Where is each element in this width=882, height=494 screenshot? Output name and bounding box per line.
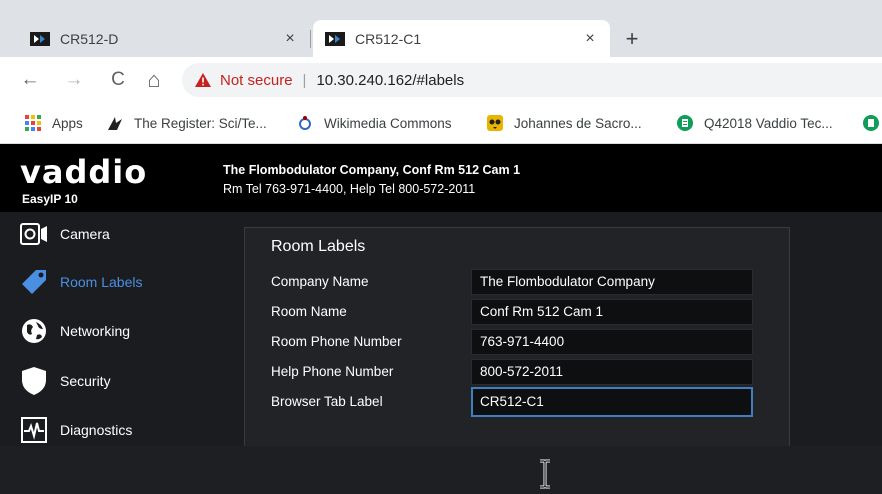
security-status[interactable]: Not secure	[220, 72, 293, 89]
reload-button[interactable]: C	[104, 66, 132, 94]
sidebar-item-room-labels[interactable]: Room Labels	[0, 258, 230, 306]
bookmark-the-register[interactable]: The Register: Sci/Te...	[106, 115, 267, 131]
sidebar: Camera Room Labels Networking Security D…	[0, 212, 230, 446]
text-cursor-icon	[537, 459, 553, 489]
diagnostics-icon	[14, 414, 54, 446]
help-phone-label: Help Phone Number	[271, 364, 394, 379]
tab-close-icon[interactable]: ×	[278, 30, 302, 48]
help-phone-field[interactable]: 800-572-2011	[471, 359, 753, 385]
home-button[interactable]: ⌂	[140, 66, 168, 94]
browser-tab-cr512-d[interactable]: CR512-D ×	[18, 20, 310, 57]
apps-grid-icon	[24, 115, 42, 131]
back-button[interactable]: ←	[16, 66, 44, 94]
bookmarks-bar: Apps The Register: Sci/Te... Wikimedia C…	[0, 103, 882, 144]
panel-title: Room Labels	[271, 238, 366, 255]
bookmark-q42018-vaddio[interactable]: Q42018 Vaddio Tec...	[676, 115, 833, 131]
room-name-label: Room Name	[271, 304, 347, 319]
sidebar-item-camera[interactable]: Camera	[0, 210, 230, 258]
sheets-icon	[676, 115, 694, 131]
camera-icon	[14, 218, 54, 250]
app-header: vaddio EasyIP 10 The Flombodulator Compa…	[0, 144, 882, 212]
bookmark-label: Johannes de Sacro...	[514, 115, 642, 131]
sidebar-item-label: Camera	[60, 226, 110, 242]
url-text[interactable]: 10.30.240.162/#labels	[316, 72, 464, 89]
browser-tab-strip: CR512-D × CR512-C1 × +	[0, 0, 882, 57]
register-icon	[106, 115, 124, 131]
room-name-field[interactable]: Conf Rm 512 Cam 1	[471, 299, 753, 325]
address-bar[interactable]: Not secure | 10.30.240.162/#labels	[182, 63, 882, 97]
bookmark-apps[interactable]: Apps	[24, 115, 83, 131]
forward-button[interactable]: →	[60, 66, 88, 94]
sheets-icon	[862, 115, 880, 131]
sidebar-item-label: Diagnostics	[60, 422, 133, 438]
bookmark-label: Apps	[52, 115, 83, 131]
sidebar-item-label: Room Labels	[60, 274, 143, 290]
room-phone-field[interactable]: 763-971-4400	[471, 329, 753, 355]
shield-icon	[14, 365, 54, 397]
tab-title: CR512-C1	[355, 30, 422, 47]
omnibox-separator: |	[302, 71, 307, 89]
tab-title: CR512-D	[60, 30, 119, 47]
tab-close-icon[interactable]: ×	[578, 30, 602, 48]
bookmark-wikimedia-commons[interactable]: Wikimedia Commons	[296, 115, 452, 131]
browser-tab-cr512-c1[interactable]: CR512-C1 ×	[313, 20, 610, 57]
sidebar-item-networking[interactable]: Networking	[0, 307, 230, 355]
vaddio-logo: vaddio	[20, 153, 148, 191]
room-phone-label: Room Phone Number	[271, 334, 402, 349]
header-phone-numbers: Rm Tel 763-971-4400, Help Tel 800-572-20…	[223, 182, 476, 196]
bookmark-label: Q42018 Vaddio Tec...	[704, 115, 833, 131]
browser-toolbar: ← → C ⌂ Not secure | 10.30.240.162/#labe…	[0, 57, 882, 103]
vaddio-favicon-icon	[30, 31, 50, 47]
wikimedia-icon	[296, 115, 314, 131]
product-name: EasyIP 10	[22, 192, 78, 206]
tab-separator	[310, 30, 311, 48]
bookmark-overflow[interactable]	[862, 115, 882, 131]
company-name-label: Company Name	[271, 274, 369, 289]
vaddio-app: vaddio EasyIP 10 The Flombodulator Compa…	[0, 144, 882, 489]
room-labels-panel: Room Labels Company Name The Flombodulat…	[244, 227, 790, 489]
new-tab-button[interactable]: +	[618, 26, 646, 54]
header-room-name: The Flombodulator Company, Conf Rm 512 C…	[223, 163, 521, 177]
browser-tab-label-field[interactable]: CR512-C1	[471, 387, 753, 417]
company-name-field[interactable]: The Flombodulator Company	[471, 269, 753, 295]
sidebar-item-label: Security	[60, 373, 111, 389]
warning-triangle-icon[interactable]	[194, 72, 212, 88]
owl-icon	[486, 115, 504, 131]
sidebar-item-label: Networking	[60, 323, 131, 339]
bookmark-label: The Register: Sci/Te...	[134, 115, 267, 131]
browser-tab-label-label: Browser Tab Label	[271, 394, 383, 409]
bookmark-johannes-de-sacro[interactable]: Johannes de Sacro...	[486, 115, 642, 131]
globe-icon	[14, 315, 54, 347]
sidebar-item-diagnostics[interactable]: Diagnostics	[0, 406, 230, 454]
vaddio-favicon-icon	[325, 31, 345, 47]
sidebar-item-security[interactable]: Security	[0, 357, 230, 405]
bookmark-label: Wikimedia Commons	[324, 115, 452, 131]
tag-icon	[14, 266, 54, 298]
